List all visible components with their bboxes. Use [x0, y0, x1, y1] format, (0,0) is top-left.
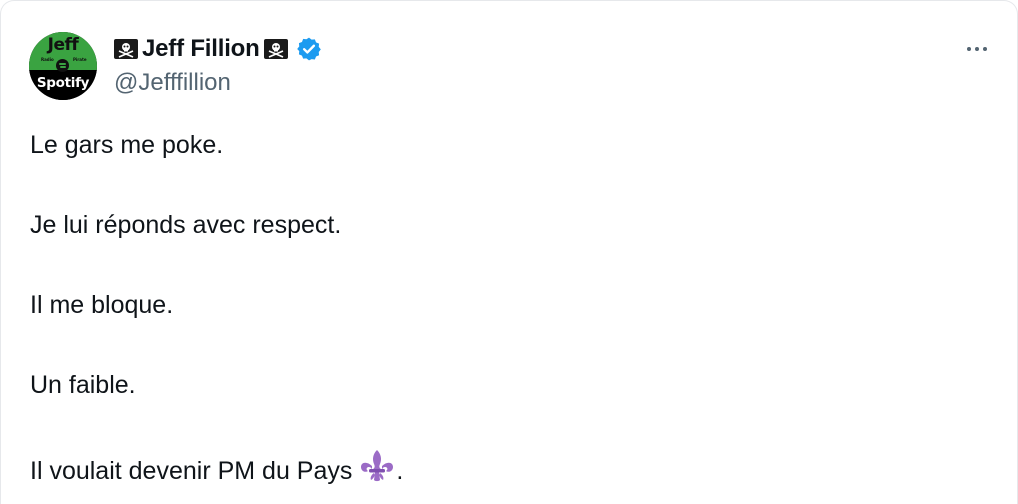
tweet-card: Jeff Radio Pirate Spotify Jeff Fillion @… [0, 0, 1018, 504]
author-avatar[interactable]: Jeff Radio Pirate Spotify [29, 32, 97, 100]
avatar-bottom-text: Spotify [36, 75, 90, 91]
tweet-line: Je lui réponds avec respect. [30, 211, 342, 239]
tweet-line: Le gars me poke. [30, 131, 224, 159]
avatar-small-left-text: Radio [41, 57, 54, 62]
avatar-small-right-text: Pirate [73, 57, 87, 62]
tweet-line-last: Il voulait devenir PM du Pays . [30, 449, 403, 487]
tweet-trailing-text: . [396, 457, 404, 485]
pirate-flag-icon [263, 39, 288, 59]
more-options-icon[interactable] [961, 39, 993, 59]
verified-badge-icon[interactable] [296, 36, 322, 62]
fleur-de-lis-icon [358, 449, 396, 483]
spotify-icon [56, 59, 69, 72]
tweet-line: Il me bloque. [30, 291, 174, 319]
tweet-line-text: Il voulait devenir PM du Pays [30, 457, 353, 485]
author-name-row[interactable]: Jeff Fillion [114, 34, 322, 64]
author-display-name: Jeff Fillion [142, 35, 260, 62]
author-handle[interactable]: @Jefffillion [114, 68, 231, 98]
tweet-line: Un faible. [30, 371, 136, 399]
pirate-flag-icon [114, 39, 138, 59]
avatar-top-text: Jeff [47, 35, 79, 55]
